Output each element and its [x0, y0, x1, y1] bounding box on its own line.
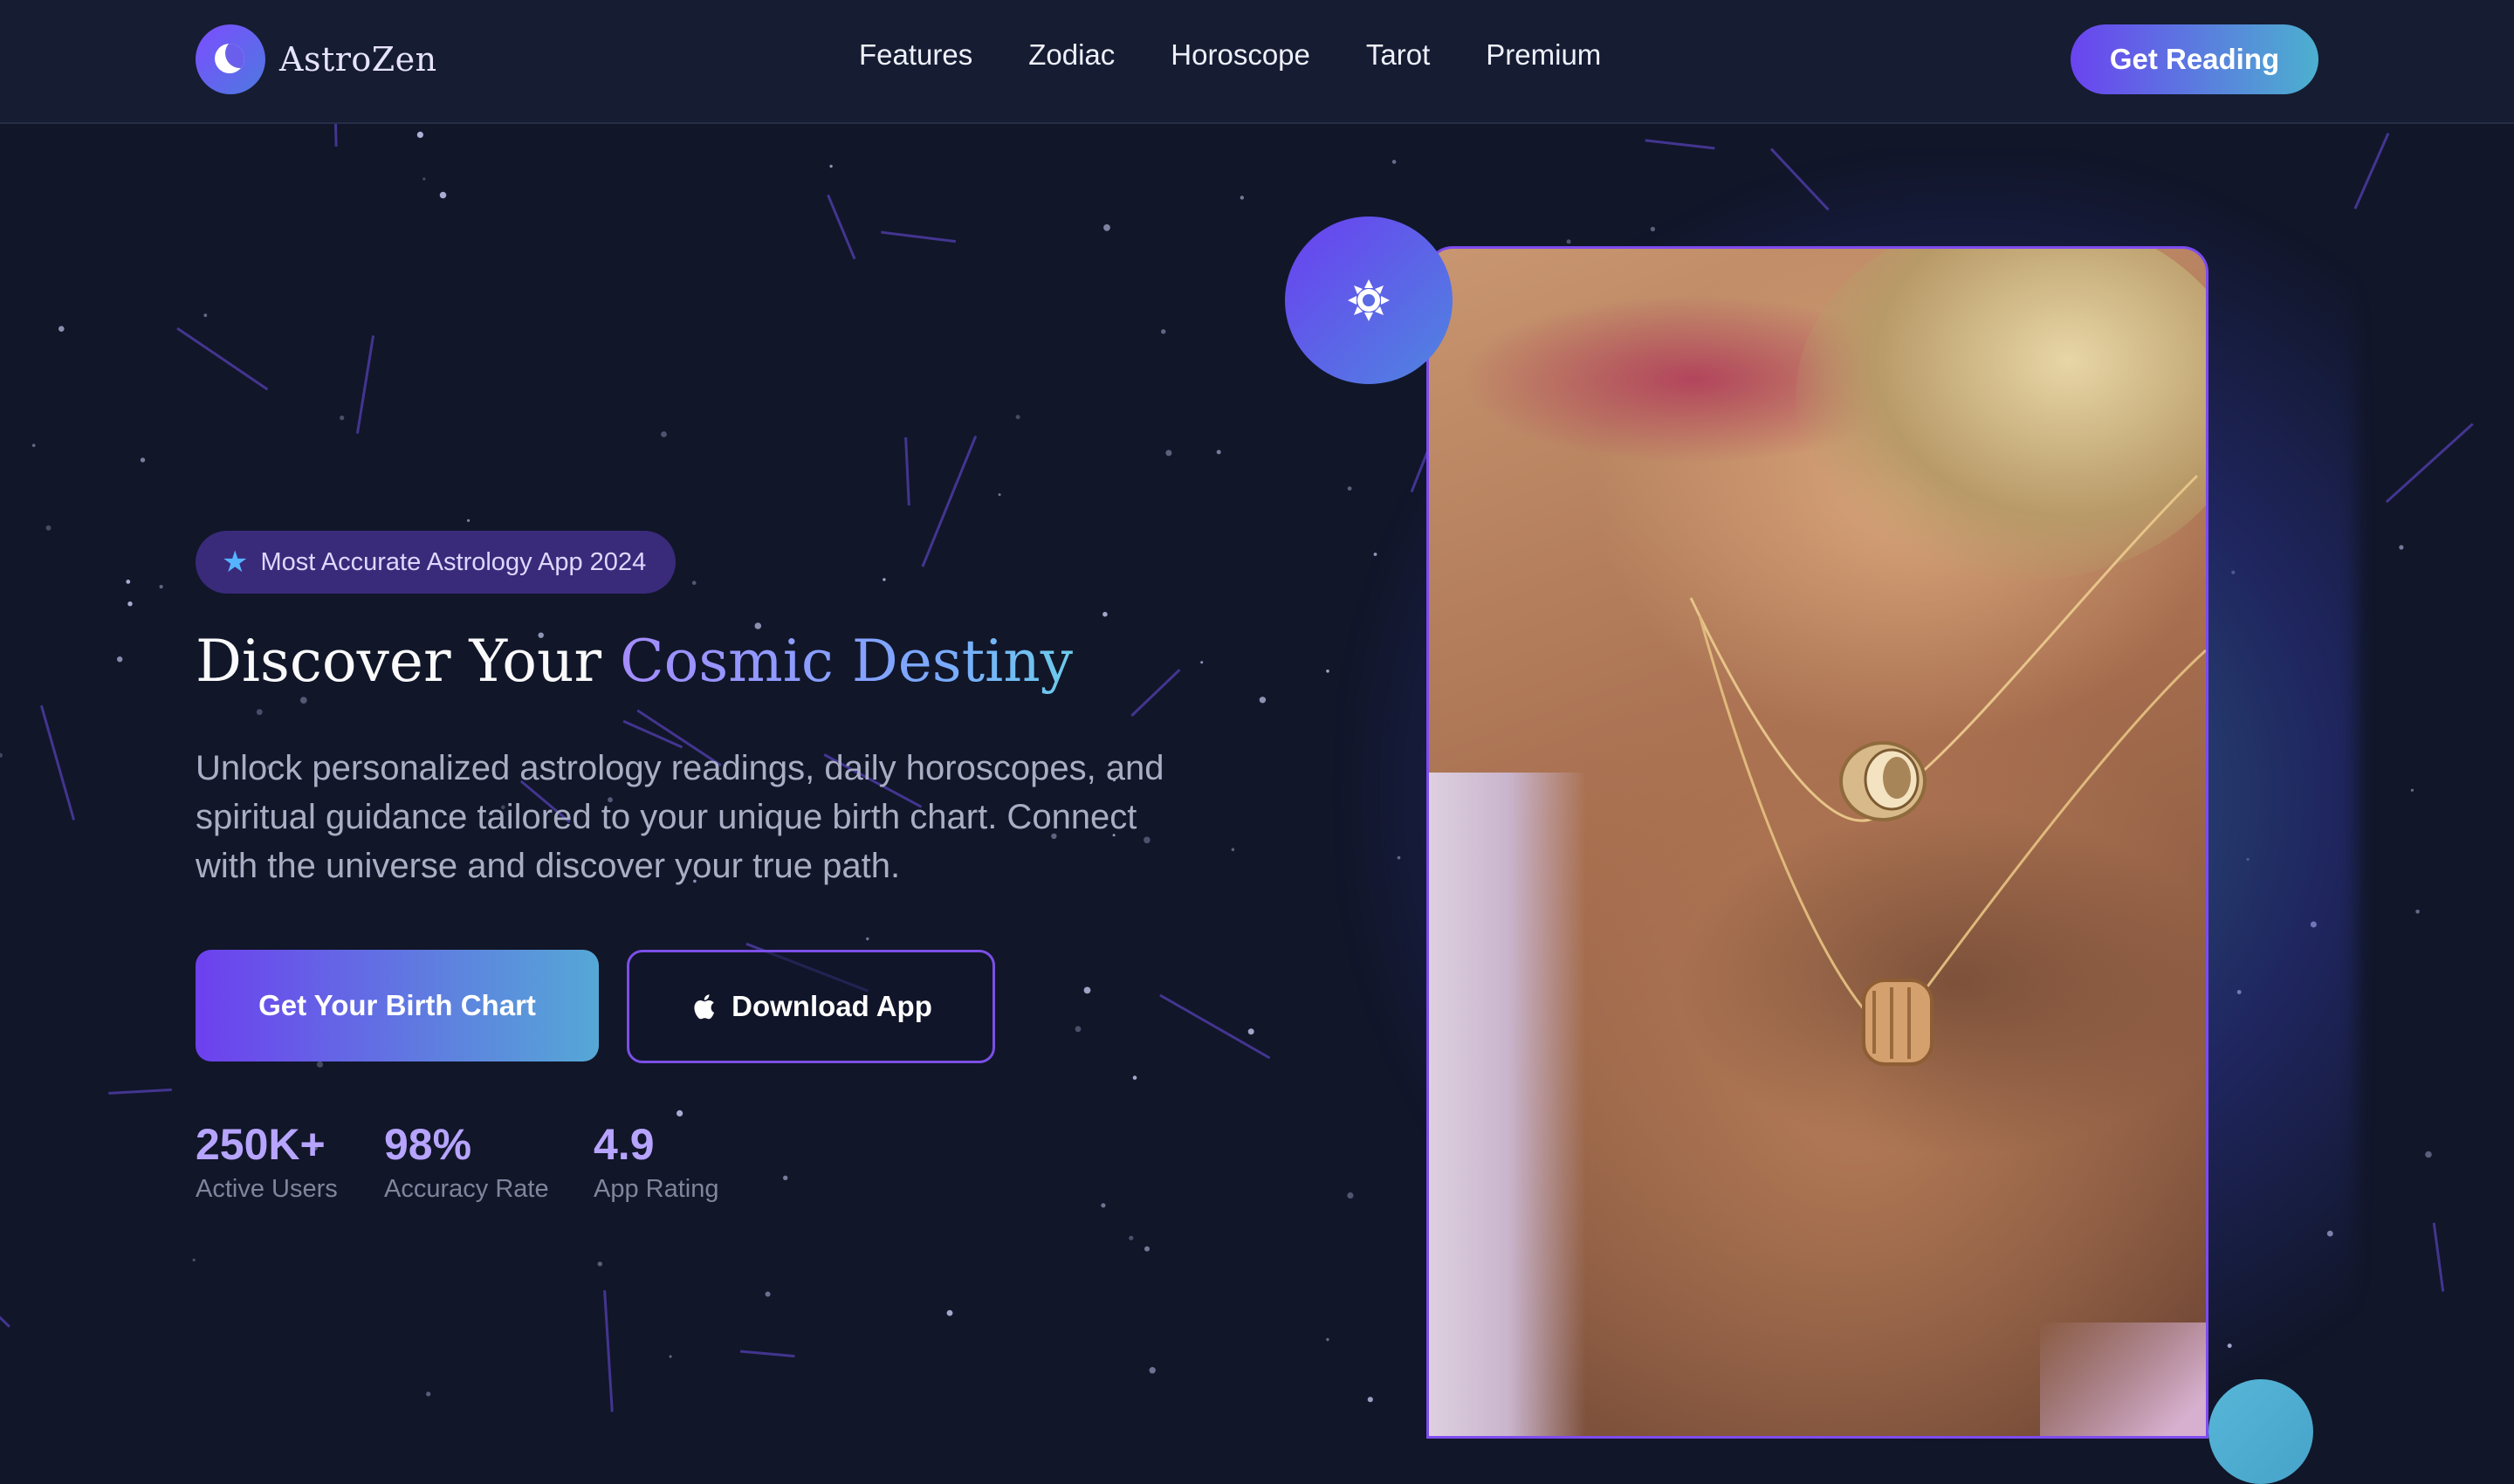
download-app-button[interactable]: Download App	[627, 950, 995, 1063]
star-icon: ★	[222, 546, 249, 579]
nav-links: Features Zodiac Horoscope Tarot Premium	[859, 38, 1601, 72]
hero-headline: Discover Your Cosmic Destiny	[196, 628, 1074, 695]
nav-link-zodiac[interactable]: Zodiac	[1028, 38, 1115, 72]
stat-accuracy-rate: 98% Accuracy Rate	[384, 1119, 549, 1204]
nav-link-horoscope[interactable]: Horoscope	[1171, 38, 1310, 72]
headline-plain: Discover Your	[196, 628, 621, 695]
floating-action-button[interactable]	[2208, 1379, 2313, 1484]
headline-accent: Cosmic Destiny	[620, 628, 1074, 695]
sun-icon	[1348, 279, 1390, 321]
nav-link-features[interactable]: Features	[859, 38, 972, 72]
stat-value: 4.9	[594, 1120, 655, 1169]
award-badge: ★ Most Accurate Astrology App 2024	[196, 531, 677, 594]
stat-app-rating: 4.9 App Rating	[594, 1119, 719, 1204]
get-birth-chart-button[interactable]: Get Your Birth Chart	[196, 950, 599, 1061]
brand-logo[interactable]: AstroZen	[196, 24, 437, 94]
stat-active-users: 250K+ Active Users	[196, 1119, 338, 1204]
apple-icon	[694, 994, 715, 1020]
stat-value: 250K+	[196, 1120, 326, 1169]
stat-label: Active Users	[196, 1175, 338, 1203]
nav-link-premium[interactable]: Premium	[1486, 38, 1601, 72]
nav-link-tarot[interactable]: Tarot	[1366, 38, 1430, 72]
top-navigation: AstroZen Features Zodiac Horoscope Tarot…	[0, 0, 2514, 124]
stat-label: App Rating	[594, 1175, 719, 1203]
hero-description: Unlock personalized astrology readings, …	[196, 749, 1164, 885]
stat-label: Accuracy Rate	[384, 1175, 549, 1203]
crescent-moon-icon	[196, 24, 265, 94]
download-app-label: Download App	[732, 990, 932, 1022]
brand-name: AstroZen	[279, 40, 437, 79]
theme-toggle-button[interactable]	[1285, 216, 1453, 384]
stat-value: 98%	[384, 1120, 472, 1169]
award-badge-label: Most Accurate Astrology App 2024	[260, 547, 647, 576]
get-reading-button[interactable]: Get Reading	[2071, 24, 2318, 94]
hero-photo-necklace	[1426, 246, 2208, 1439]
